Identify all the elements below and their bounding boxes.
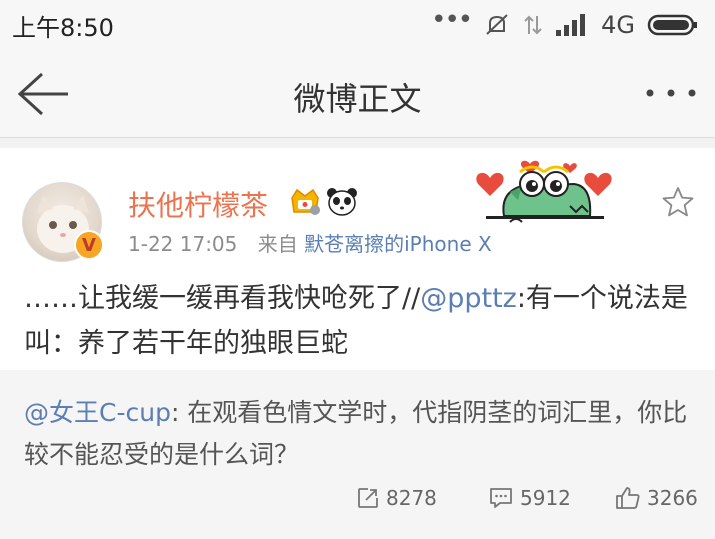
card-sticker-image bbox=[476, 160, 612, 223]
signal-icon bbox=[556, 14, 586, 36]
data-transfer-icon bbox=[524, 15, 542, 35]
verified-icon: V bbox=[74, 230, 104, 260]
status-time: 上午8:50 bbox=[12, 13, 114, 42]
like-icon bbox=[616, 487, 640, 509]
repost-icon bbox=[358, 488, 378, 508]
source-label: 来自 bbox=[257, 232, 298, 256]
post-text: ……让我缓一缓再看我快呛死了//@ppttz:有一个说法是叫：养了若干年的独眼巨… bbox=[24, 276, 696, 366]
repost-button[interactable]: 8278 bbox=[356, 486, 437, 510]
notification-dots-icon: ••• bbox=[431, 5, 473, 35]
like-button[interactable]: 3266 bbox=[615, 486, 698, 510]
comment-count: 5912 bbox=[520, 486, 571, 510]
mention-link[interactable]: @ppttz bbox=[420, 283, 517, 314]
star-icon[interactable] bbox=[662, 186, 694, 218]
post-card: V 扶他柠檬茶 1-22 17:05 来自 默苍离擦的iPhone X ……让我… bbox=[0, 148, 715, 539]
repost-text: @女王C-cup: 在观看色情文学时，代指阴茎的词汇里，你比较不能忍受的是什么词… bbox=[24, 392, 696, 476]
repost-author-link[interactable]: @女王C-cup bbox=[24, 398, 171, 427]
more-icon[interactable] bbox=[643, 86, 699, 100]
status-icons: ••• 4G bbox=[431, 7, 699, 39]
panda-icon bbox=[327, 188, 357, 216]
post-timestamp: 1-22 17:05 bbox=[128, 232, 238, 256]
network-type: 4G bbox=[601, 11, 635, 39]
vip-icon[interactable] bbox=[288, 186, 322, 216]
comment-button[interactable]: 5912 bbox=[488, 486, 571, 510]
comment-icon bbox=[490, 488, 512, 508]
like-count: 3266 bbox=[647, 486, 698, 510]
repost-count: 8278 bbox=[386, 486, 437, 510]
mute-icon bbox=[486, 14, 508, 35]
status-bar: 上午8:50 ••• 4G bbox=[0, 0, 715, 50]
post-meta: 1-22 17:05 来自 默苍离擦的iPhone X bbox=[128, 228, 492, 257]
page-title: 微博正文 bbox=[293, 80, 422, 118]
action-bar: 8278 5912 3266 bbox=[0, 486, 715, 522]
post-text-before: ……让我缓一缓再看我快呛死了// bbox=[24, 283, 421, 314]
nav-bar: 微博正文 bbox=[0, 50, 715, 138]
battery-icon bbox=[647, 14, 697, 36]
post-source[interactable]: 默苍离擦的iPhone X bbox=[304, 232, 492, 256]
repost-card[interactable]: @女王C-cup: 在观看色情文学时，代指阴茎的词汇里，你比较不能忍受的是什么词… bbox=[0, 370, 715, 539]
username[interactable]: 扶他柠檬茶 bbox=[128, 184, 268, 224]
